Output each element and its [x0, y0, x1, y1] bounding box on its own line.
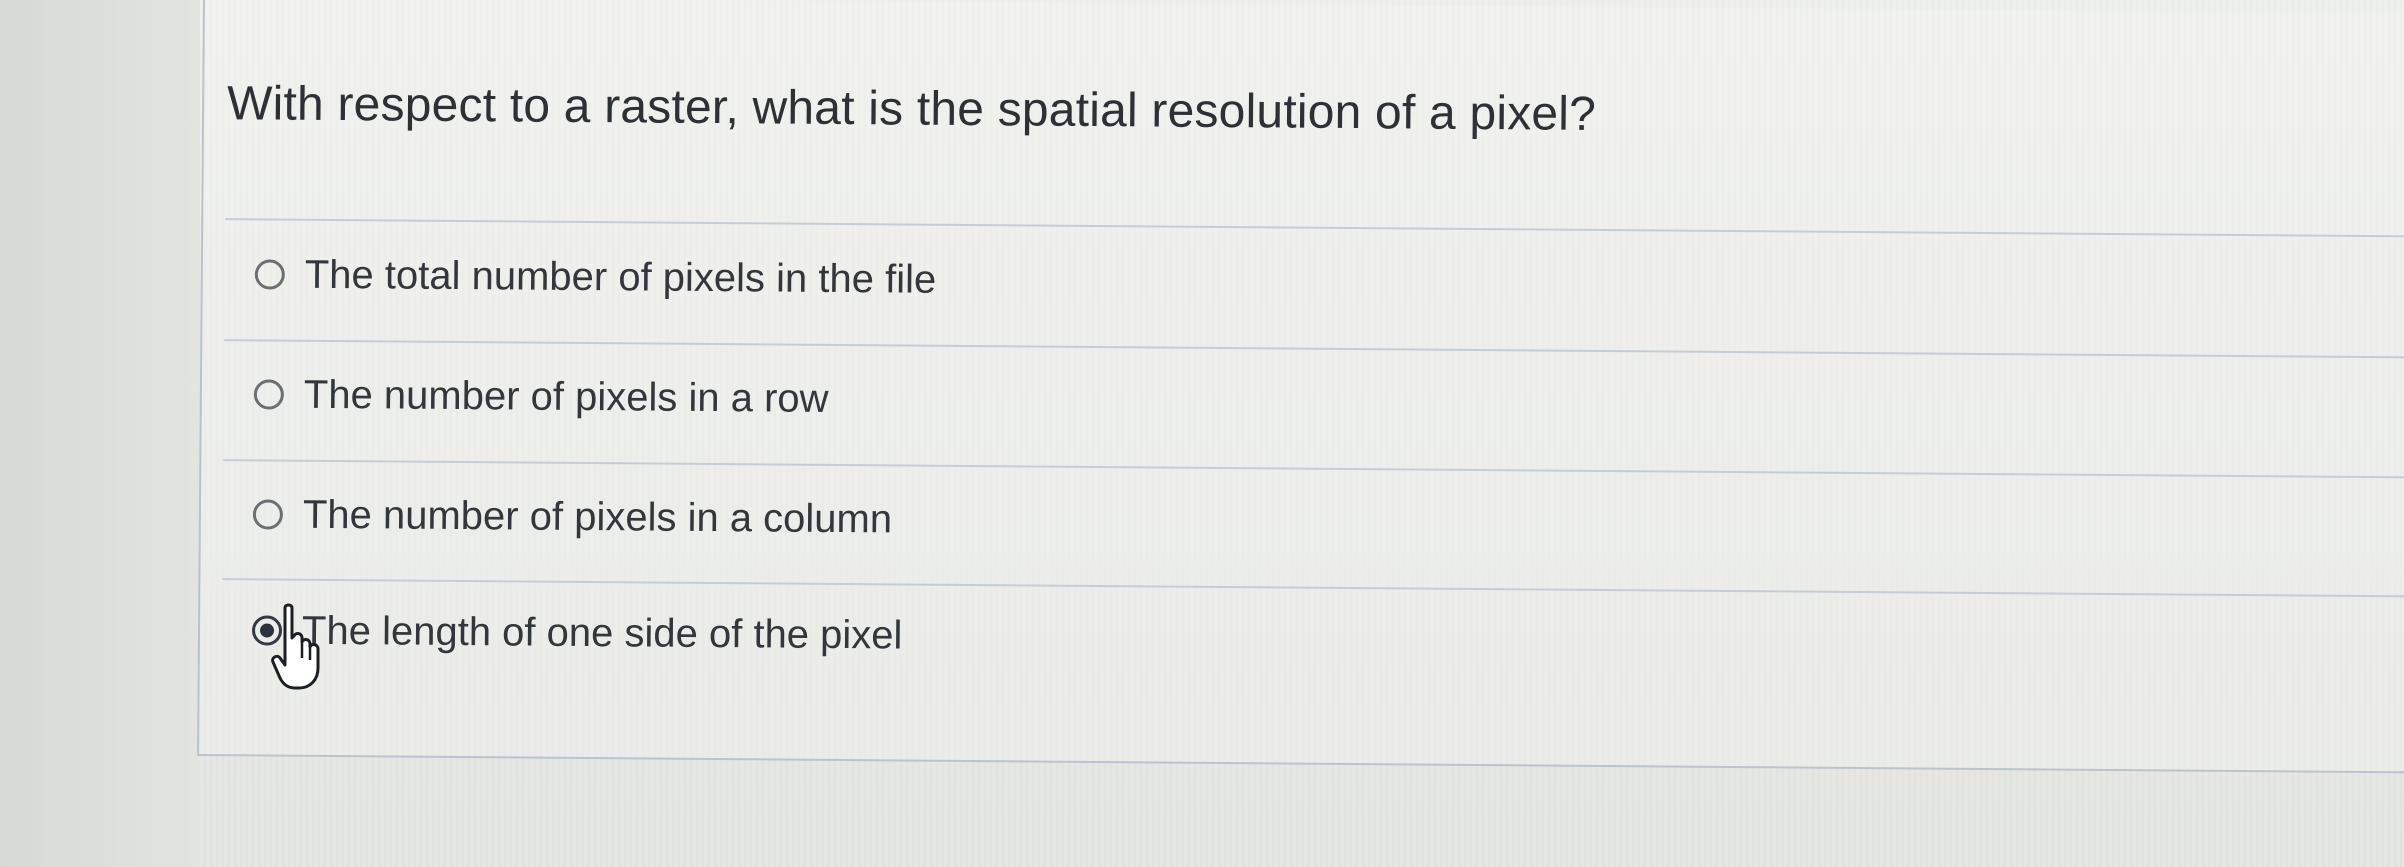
- answer-label: The number of pixels in a row: [303, 372, 829, 421]
- answer-option-1[interactable]: The total number of pixels in the file: [254, 246, 937, 307]
- question-text: With respect to a raster, what is the sp…: [226, 77, 1597, 141]
- answer-option-4[interactable]: The length of one side of the pixel: [251, 602, 903, 663]
- divider: [225, 218, 2404, 238]
- page-margin: [0, 0, 200, 867]
- divider: [224, 339, 2404, 359]
- radio-button[interactable]: [254, 259, 285, 290]
- radio-button[interactable]: [253, 379, 284, 410]
- answer-label: The number of pixels in a column: [302, 492, 893, 541]
- radio-button[interactable]: [252, 499, 284, 530]
- hand-pointer-icon: [271, 603, 320, 690]
- question-card: With respect to a raster, what is the sp…: [197, 0, 2404, 774]
- answer-option-3[interactable]: The number of pixels in a column: [252, 486, 893, 547]
- answer-label: The length of one side of the pixel: [301, 608, 903, 658]
- answer-label: The total number of pixels in the file: [304, 252, 937, 302]
- answer-option-2[interactable]: The number of pixels in a row: [253, 366, 829, 427]
- divider: [222, 578, 2404, 598]
- quiz-page: With respect to a raster, what is the sp…: [0, 0, 2404, 867]
- divider: [223, 459, 2404, 479]
